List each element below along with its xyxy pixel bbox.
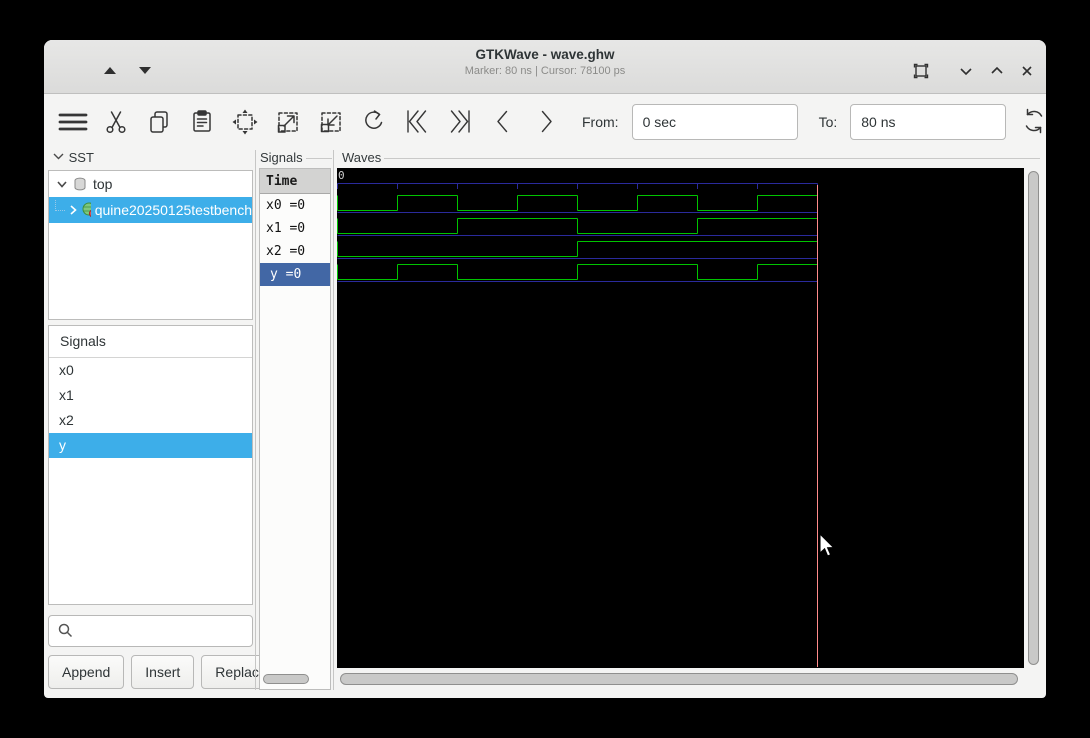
zoom-out-button[interactable] bbox=[316, 108, 346, 136]
values-panel: Time x0 =0 x1 =0 x2 =0 y =0 bbox=[259, 168, 331, 690]
window-title: GTKWave - wave.ghw bbox=[475, 47, 615, 62]
pane-splitter-left[interactable] bbox=[255, 150, 256, 690]
module-icon bbox=[82, 202, 91, 217]
append-button[interactable]: Append bbox=[48, 655, 125, 689]
close-button[interactable] bbox=[1014, 58, 1040, 84]
tree-connector bbox=[55, 200, 65, 211]
waveform-plot: 0 bbox=[337, 169, 818, 667]
sst-tree: top quine20250125testbench bbox=[48, 170, 253, 320]
signal-search bbox=[48, 615, 253, 647]
tree-item-label: quine20250125testbench bbox=[94, 202, 252, 218]
next-edge-button[interactable] bbox=[531, 108, 561, 136]
to-input[interactable] bbox=[850, 103, 1007, 140]
zoom-in-button[interactable] bbox=[273, 108, 303, 136]
fullscreen-button[interactable] bbox=[908, 58, 934, 84]
cut-button[interactable] bbox=[101, 108, 131, 136]
skip-to-start-icon bbox=[407, 109, 427, 133]
clipboard-paste-icon bbox=[193, 109, 211, 132]
value-row-x2[interactable]: x2 =0 bbox=[260, 240, 330, 263]
undo-icon bbox=[365, 109, 383, 129]
waves-hscrollbar[interactable] bbox=[340, 672, 1024, 686]
signal-item-x1[interactable]: x1 bbox=[49, 383, 252, 408]
expander-right-icon[interactable] bbox=[66, 203, 80, 217]
toolbar: From: To: bbox=[44, 95, 1046, 148]
menu-button[interactable] bbox=[58, 108, 88, 136]
skip-to-end-icon bbox=[450, 109, 470, 133]
wave-canvas[interactable]: 0 bbox=[337, 168, 1024, 668]
zoom-out-icon bbox=[320, 111, 341, 132]
search-icon bbox=[58, 623, 73, 638]
waves-hscrollbar-thumb[interactable] bbox=[340, 673, 1018, 685]
sst-frame-label: SST bbox=[50, 150, 96, 165]
tree-item-testbench[interactable]: quine20250125testbench bbox=[49, 197, 252, 223]
signals-list-header[interactable]: Signals bbox=[49, 326, 252, 358]
go-to-start-button[interactable] bbox=[402, 108, 432, 136]
prev-edge-button[interactable] bbox=[488, 108, 518, 136]
reload-icon bbox=[1026, 108, 1043, 133]
titlebar[interactable]: GTKWave - wave.ghw Marker: 80 ns | Curso… bbox=[44, 40, 1046, 94]
signal-buttons: Append Insert Replace bbox=[48, 655, 281, 689]
close-icon bbox=[1022, 66, 1032, 76]
tree-item-label: top bbox=[93, 176, 113, 192]
marker-cursor-status: Marker: 80 ns | Cursor: 78100 ps bbox=[464, 65, 626, 77]
from-input[interactable] bbox=[631, 103, 798, 140]
signal-search-input[interactable] bbox=[48, 615, 253, 647]
values-hscrollbar[interactable] bbox=[263, 674, 327, 686]
waves-vscrollbar[interactable] bbox=[1027, 168, 1040, 668]
tree-item-top[interactable]: top bbox=[49, 171, 252, 197]
signal-item-x2[interactable]: x2 bbox=[49, 408, 252, 433]
pane-splitter-right[interactable] bbox=[333, 150, 334, 690]
svg-text:0: 0 bbox=[338, 169, 345, 182]
expander-down-icon[interactable] bbox=[55, 177, 69, 191]
minimize-button[interactable] bbox=[953, 58, 979, 84]
signal-item-x0[interactable]: x0 bbox=[49, 358, 252, 383]
zoom-in-icon bbox=[277, 111, 298, 133]
fullscreen-icon bbox=[913, 63, 929, 78]
values-hscrollbar-thumb[interactable] bbox=[263, 674, 309, 684]
scissors-icon bbox=[106, 110, 126, 133]
signals-list: Signals x0 x1 x2 y bbox=[48, 325, 253, 605]
undo-button[interactable] bbox=[359, 108, 389, 136]
insert-button[interactable]: Insert bbox=[131, 655, 195, 689]
collapse-chevron-icon[interactable] bbox=[52, 151, 65, 161]
copy-button[interactable] bbox=[144, 108, 174, 136]
values-frame-label: Signals bbox=[258, 150, 305, 165]
zoom-fit-button[interactable] bbox=[230, 108, 260, 136]
reload-button[interactable] bbox=[1019, 108, 1049, 136]
value-row-y[interactable]: y =0 bbox=[260, 263, 330, 286]
chevron-right-icon bbox=[541, 110, 552, 132]
go-to-end-button[interactable] bbox=[445, 108, 475, 136]
copy-icon bbox=[150, 110, 168, 133]
paste-button[interactable] bbox=[187, 108, 217, 136]
maximize-button[interactable] bbox=[984, 58, 1010, 84]
chevron-left-icon bbox=[497, 110, 508, 132]
to-label: To: bbox=[818, 113, 838, 130]
value-row-x1[interactable]: x1 =0 bbox=[260, 217, 330, 240]
value-row-x0[interactable]: x0 =0 bbox=[260, 194, 330, 217]
time-header[interactable]: Time bbox=[260, 169, 330, 194]
from-label: From: bbox=[582, 113, 619, 130]
waves-frame-label: Waves bbox=[340, 150, 384, 165]
signal-item-y[interactable]: y bbox=[49, 433, 252, 458]
hamburger-menu-icon bbox=[58, 113, 88, 130]
waves-vscrollbar-thumb[interactable] bbox=[1028, 171, 1039, 665]
zoom-fit-icon bbox=[232, 109, 258, 134]
chevron-up-icon bbox=[991, 66, 1003, 74]
gtkwave-window: GTKWave - wave.ghw Marker: 80 ns | Curso… bbox=[44, 40, 1046, 698]
chevron-down-icon bbox=[960, 68, 972, 75]
scope-icon bbox=[74, 177, 86, 191]
